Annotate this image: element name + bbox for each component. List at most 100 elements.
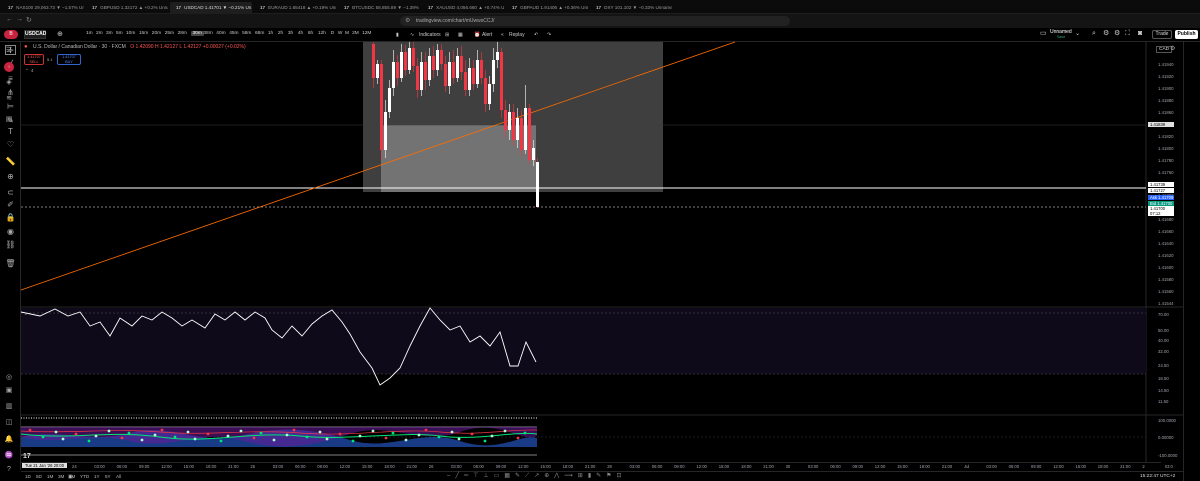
time-label: 21:00 [228, 464, 239, 469]
signal-dot [259, 431, 263, 435]
time-cursor-label: Tue 21 Jan '26 20:00 [22, 463, 68, 468]
time-label: 03:00 [986, 464, 997, 469]
candle [372, 44, 375, 78]
legend-collapse-icon[interactable]: ⌃ [25, 68, 29, 74]
signal-dot [292, 428, 296, 432]
candle [512, 112, 515, 140]
time-label: 18:00 [205, 464, 217, 469]
signal-dot [173, 435, 177, 439]
signal-dot [74, 432, 78, 436]
price-label: 1.41800 [1158, 145, 1174, 151]
price-label: 1.41780 [1158, 157, 1174, 163]
candle [388, 88, 391, 112]
signal-dot [318, 430, 322, 434]
drawing-favorites-bar-icon[interactable]: ‒╱═⊤⊥▭▦✎⟋↗⊕⋀⟿⊞▮✎⚑⊡ [447, 472, 627, 480]
time-label: 06:00 [473, 464, 484, 469]
range-5d[interactable]: 5D [36, 474, 42, 479]
price-label: 1.41940 [1158, 62, 1174, 67]
spread-value: 5.1 [47, 57, 53, 62]
buy-button[interactable]: 1.41707 BUY [57, 54, 81, 65]
signal-dot [483, 439, 487, 443]
signal-dot [338, 432, 342, 436]
time-label: 29 [607, 464, 612, 469]
candle [468, 68, 471, 90]
clock[interactable]: 15:22:47 UTC+2 [1140, 474, 1175, 479]
time-label: 06:00 [295, 464, 306, 469]
time-label: 03:0 [1164, 464, 1173, 469]
time-label: 12:00 [161, 464, 172, 469]
candle [472, 68, 475, 84]
time-label: 09:00 [674, 464, 685, 469]
time-label: 21:00 [941, 464, 953, 469]
price-tag: 1.41739 [1148, 182, 1174, 187]
price-label: 1.41760 [1158, 169, 1174, 175]
time-label: 21:00 [406, 464, 417, 469]
time-label: 18:00 [1097, 464, 1109, 469]
signal-dot [239, 429, 243, 433]
time-label: 09:00 [317, 464, 328, 469]
signal-dot [457, 437, 461, 441]
oscillator-label: 70.00 [1158, 312, 1169, 317]
time-label: 18:00 [919, 464, 930, 469]
sell-button[interactable]: 1.41707 SELL [24, 54, 44, 65]
date-range-icon[interactable]: ▣ [68, 474, 73, 480]
candle [460, 56, 463, 72]
price-label: 1.41880 [1158, 97, 1174, 103]
range-1d[interactable]: 1D [25, 474, 31, 479]
price-label: 1.41580 [1158, 277, 1174, 283]
signal-dot [120, 436, 124, 440]
candle [408, 48, 411, 70]
price-tag: 1.41839 [1148, 122, 1174, 127]
chart-legend: U.S. Dollar / Canadian Dollar · 30 · FXC… [33, 44, 246, 50]
signal-dot [219, 439, 223, 443]
signal-dot [305, 435, 309, 439]
candle [464, 72, 467, 90]
signal-dot [107, 429, 111, 433]
chart-canvas[interactable] [0, 0, 1200, 481]
signal-dot [470, 432, 474, 436]
legend-title: U.S. Dollar / Canadian Dollar · 30 · FXC… [33, 44, 126, 50]
candle [488, 84, 491, 104]
range-all[interactable]: All [116, 474, 121, 479]
candle [536, 162, 539, 207]
legend-ohlc: O 1.42090 H 1.42127 L 1.42127 +0.00027 (… [130, 44, 246, 50]
candle [380, 64, 383, 150]
range-1y[interactable]: 1Y [94, 474, 100, 479]
range-ytd[interactable]: YTD [80, 474, 89, 479]
range-3m[interactable]: 3M [58, 474, 64, 479]
candle [496, 52, 499, 60]
candle [412, 48, 415, 66]
price-label: 1.41860 [1158, 109, 1174, 115]
candle [428, 56, 431, 80]
candle [384, 112, 387, 150]
time-label: 15:00 [361, 464, 373, 469]
signal-dot [61, 437, 65, 441]
signal-dot [424, 428, 428, 432]
price-label: 1.41640 [1158, 241, 1174, 247]
oscillator-label: 14.50 [1158, 388, 1169, 393]
oscillator-label: 50.00 [1158, 328, 1169, 333]
price-label: 1.41900 [1158, 85, 1174, 91]
time-label: 18:00 [562, 464, 574, 469]
time-label: 24 [72, 464, 77, 469]
candle [400, 52, 403, 78]
signal-dot [384, 436, 388, 440]
price-label: 1.41820 [1158, 133, 1174, 139]
candle [440, 50, 443, 64]
range-5y[interactable]: 5Y [105, 474, 111, 479]
candle [424, 62, 427, 80]
candle [520, 118, 523, 150]
time-label: 06:00 [830, 464, 841, 469]
signal-dot [351, 439, 355, 443]
signal-dot [516, 436, 520, 440]
price-label: 1.41920 [1158, 73, 1174, 79]
candle [396, 62, 399, 78]
range-1m[interactable]: 1M [47, 474, 53, 479]
signal-dot [437, 435, 441, 439]
price-tag: 1.41727 [1148, 188, 1174, 193]
signal-dot [226, 434, 230, 438]
price-label: 1.41544 [1158, 301, 1174, 306]
price-tag: Ask 1.41709 [1148, 195, 1174, 200]
time-label: 15:00 [1075, 464, 1086, 469]
axis-settings-icon[interactable]: ⚙ [1170, 45, 1175, 52]
